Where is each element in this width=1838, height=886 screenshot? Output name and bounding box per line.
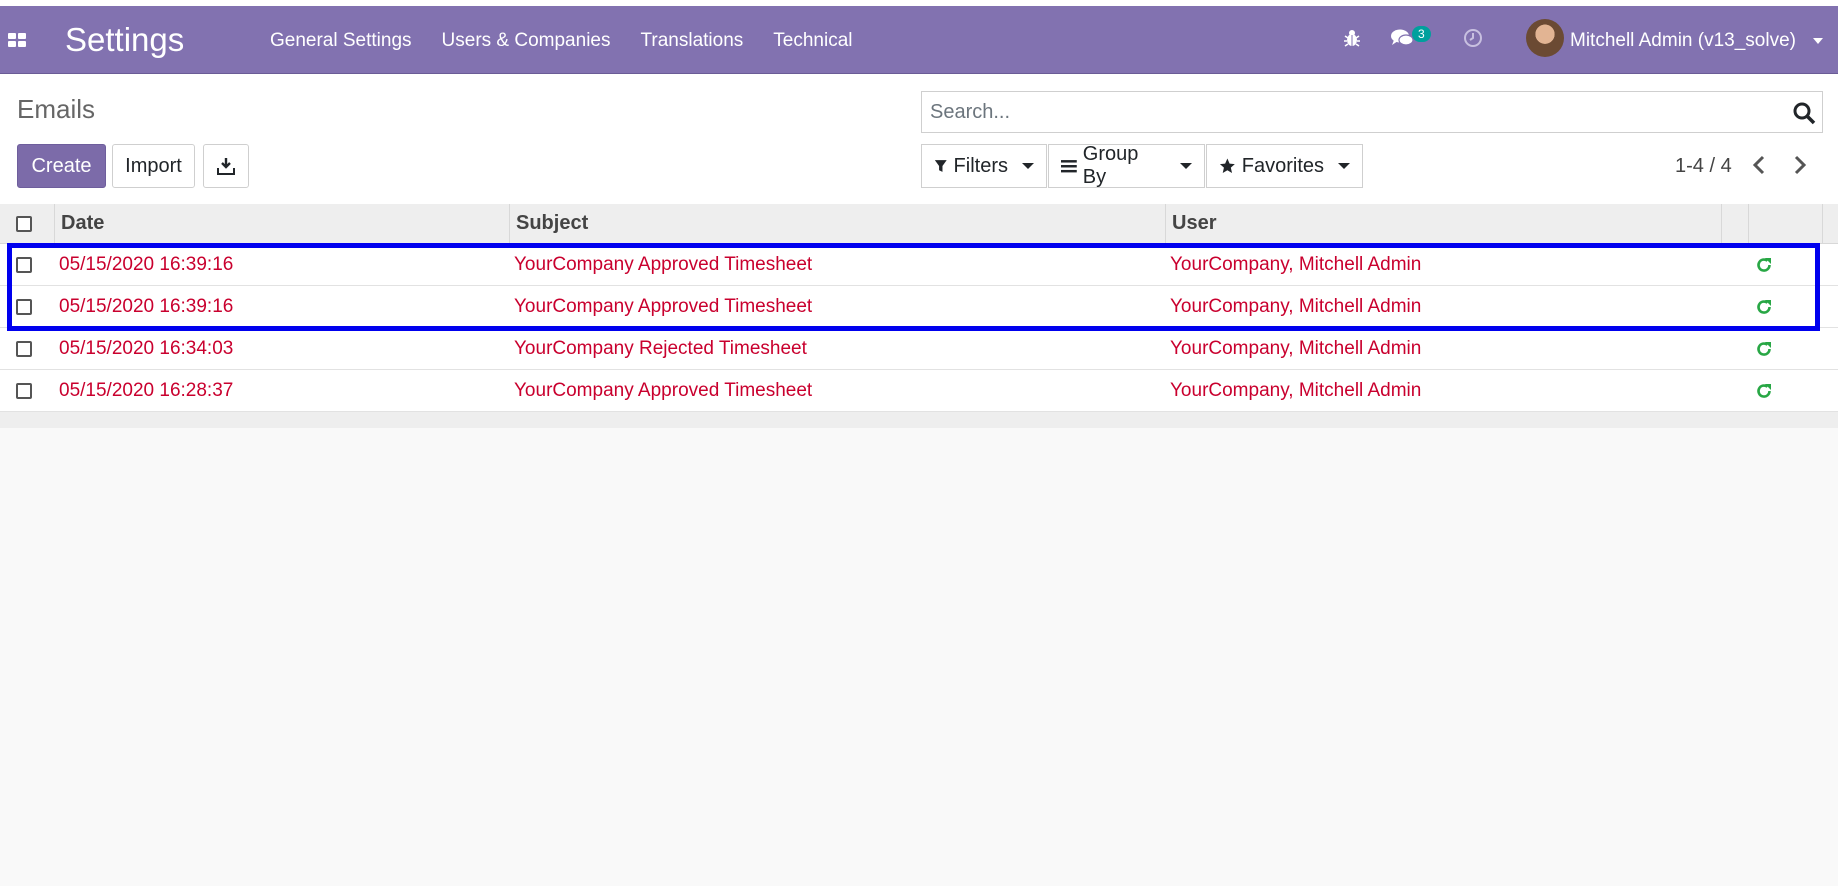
row-select-cell bbox=[16, 328, 32, 370]
search-input[interactable] bbox=[922, 92, 1730, 132]
search-icon[interactable] bbox=[1792, 101, 1816, 125]
row-subject: YourCompany Approved Timesheet bbox=[514, 254, 813, 275]
row-date: 05/15/2020 16:28:37 bbox=[59, 380, 234, 401]
retry-icon[interactable] bbox=[1755, 286, 1773, 328]
pager-value[interactable]: 1-4 / 4 bbox=[1675, 155, 1732, 178]
row-checkbox[interactable] bbox=[16, 383, 32, 399]
column-header-end bbox=[1822, 204, 1838, 243]
row-date: 05/15/2020 16:39:16 bbox=[59, 254, 234, 275]
column-header-subject[interactable]: Subject bbox=[509, 204, 1165, 243]
breadcrumb: Emails bbox=[17, 94, 96, 124]
chevron-right-icon[interactable] bbox=[1793, 154, 1807, 176]
user-menu-name[interactable]: Mitchell Admin (v13_solve) bbox=[1570, 30, 1796, 52]
filters-caret-icon bbox=[1022, 163, 1034, 169]
user-menu-caret-icon[interactable] bbox=[1813, 38, 1823, 44]
select-all-cell bbox=[16, 204, 32, 243]
filter-icon bbox=[934, 160, 947, 172]
bug-icon[interactable] bbox=[1343, 28, 1361, 53]
column-header-date[interactable]: Date bbox=[54, 204, 510, 243]
group-by-label: Group By bbox=[1082, 143, 1139, 188]
main-menu: General Settings Users & Companies Trans… bbox=[270, 30, 853, 52]
import-button[interactable]: Import bbox=[112, 144, 195, 188]
email-list: 05/15/2020 16:39:16 YourCompany Approved… bbox=[0, 244, 1838, 412]
table-header: Date Subject User bbox=[0, 204, 1838, 244]
star-icon bbox=[1219, 158, 1235, 173]
retry-icon[interactable] bbox=[1755, 328, 1773, 370]
filters-button[interactable]: Filters bbox=[921, 144, 1047, 188]
column-header-user[interactable]: User bbox=[1165, 204, 1721, 243]
favorites-label: Favorites bbox=[1241, 154, 1324, 177]
control-panel: Emails Create Import Filters Group By Fa… bbox=[0, 74, 1838, 205]
group-by-caret-icon bbox=[1180, 163, 1192, 169]
row-checkbox[interactable] bbox=[16, 299, 32, 315]
row-subject: YourCompany Approved Timesheet bbox=[514, 380, 813, 401]
column-header-actions bbox=[1748, 204, 1823, 243]
row-user: YourCompany, Mitchell Admin bbox=[1170, 254, 1422, 275]
row-select-cell bbox=[16, 244, 32, 286]
chevron-left-icon[interactable] bbox=[1752, 154, 1766, 176]
row-user: YourCompany, Mitchell Admin bbox=[1170, 296, 1422, 317]
messages-badge: 3 bbox=[1412, 26, 1431, 42]
table-row[interactable]: 05/15/2020 16:34:03 YourCompany Rejected… bbox=[0, 328, 1838, 370]
row-select-cell bbox=[16, 286, 32, 328]
retry-icon[interactable] bbox=[1755, 370, 1773, 412]
menu-users-companies[interactable]: Users & Companies bbox=[442, 30, 611, 52]
download-icon bbox=[217, 158, 235, 175]
table-row[interactable]: 05/15/2020 16:28:37 YourCompany Approved… bbox=[0, 370, 1838, 412]
group-by-button[interactable]: Group By bbox=[1048, 143, 1205, 188]
row-subject: YourCompany Rejected Timesheet bbox=[514, 338, 807, 359]
row-date: 05/15/2020 16:34:03 bbox=[59, 338, 234, 359]
retry-icon[interactable] bbox=[1755, 244, 1773, 286]
column-header-spacer bbox=[1721, 204, 1748, 243]
top-navbar: Settings General Settings Users & Compan… bbox=[0, 6, 1838, 74]
row-checkbox[interactable] bbox=[16, 341, 32, 357]
row-user: YourCompany, Mitchell Admin bbox=[1170, 380, 1422, 401]
user-avatar[interactable] bbox=[1526, 19, 1564, 57]
select-all-checkbox[interactable] bbox=[16, 215, 32, 232]
table-footer bbox=[0, 412, 1838, 428]
row-select-cell bbox=[16, 370, 32, 412]
favorites-caret-icon bbox=[1338, 163, 1350, 169]
row-subject: YourCompany Approved Timesheet bbox=[514, 296, 813, 317]
bars-icon bbox=[1061, 160, 1077, 173]
create-button[interactable]: Create bbox=[17, 144, 106, 188]
menu-technical[interactable]: Technical bbox=[773, 30, 852, 52]
app-title[interactable]: Settings bbox=[65, 21, 184, 59]
search-box bbox=[921, 91, 1823, 133]
row-user: YourCompany, Mitchell Admin bbox=[1170, 338, 1422, 359]
apps-menu-icon[interactable] bbox=[8, 33, 26, 47]
filters-label: Filters bbox=[953, 154, 1008, 177]
table-row[interactable]: 05/15/2020 16:39:16 YourCompany Approved… bbox=[0, 244, 1838, 286]
chat-icon[interactable] bbox=[1390, 28, 1414, 53]
download-button[interactable] bbox=[203, 144, 249, 188]
clock-icon[interactable] bbox=[1463, 28, 1483, 53]
favorites-button[interactable]: Favorites bbox=[1206, 144, 1363, 188]
menu-general-settings[interactable]: General Settings bbox=[270, 30, 412, 52]
row-checkbox[interactable] bbox=[16, 257, 32, 273]
table-row[interactable]: 05/15/2020 16:39:16 YourCompany Approved… bbox=[0, 286, 1838, 328]
row-date: 05/15/2020 16:39:16 bbox=[59, 296, 234, 317]
menu-translations[interactable]: Translations bbox=[640, 30, 743, 52]
